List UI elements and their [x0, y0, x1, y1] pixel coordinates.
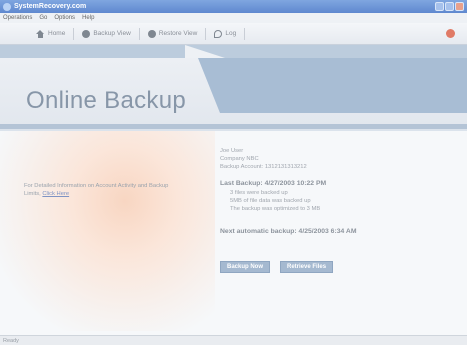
status-text: Ready [3, 337, 19, 344]
account-info-note: For Detailed Information on Account Acti… [24, 183, 174, 198]
restore-view-button[interactable]: Restore View [140, 29, 206, 38]
menu-options[interactable]: Options [54, 15, 75, 21]
account-number: 1312131313212 [264, 164, 307, 171]
account-line: Backup Account: 1312131313212 [220, 163, 450, 171]
menu-help[interactable]: Help [82, 15, 94, 21]
restore-view-label: Restore View [158, 30, 198, 37]
banner-panel [198, 58, 467, 113]
restore-view-icon [147, 29, 156, 38]
backup-now-button[interactable]: Backup Now [220, 261, 271, 273]
last-backup-detail: 5MB of file data was backed up [230, 197, 311, 204]
home-button[interactable]: Home [28, 29, 73, 38]
log-icon [214, 29, 223, 38]
next-backup-heading: Next automatic backup: 4/25/2003 6:34 AM [220, 228, 357, 236]
last-backup-heading: Last Backup: 4/27/2003 10:22 PM [220, 180, 327, 188]
user-name: Joe User [220, 148, 244, 154]
backup-view-icon [82, 29, 91, 38]
toolbar: Home Backup View Restore View Log [0, 23, 467, 45]
menu-go[interactable]: Go [39, 15, 47, 21]
close-button[interactable] [455, 2, 464, 11]
decorative-glow [0, 131, 215, 331]
toolbar-separator [244, 27, 246, 40]
page-title: Online Backup [26, 87, 186, 114]
window-title: SystemRecovery.com [14, 3, 87, 10]
log-label: Log [225, 30, 237, 37]
title-bar: SystemRecovery.com [0, 0, 467, 13]
retrieve-files-button[interactable]: Retrieve Files [280, 261, 334, 273]
action-buttons: Backup Now Retrieve Files [220, 261, 334, 273]
status-bar: Ready [0, 335, 467, 345]
minimize-button[interactable] [435, 2, 444, 11]
account-label: Backup Account: [220, 164, 264, 171]
banner: Online Backup [0, 45, 467, 125]
last-backup-detail: The backup was optimized to 3 MB [230, 206, 321, 213]
app-icon [3, 2, 11, 11]
maximize-button[interactable] [445, 2, 454, 11]
home-icon [36, 29, 45, 38]
main-content: For Detailed Information on Account Acti… [0, 131, 467, 335]
backup-summary: Joe User Company NBC Backup Account: 131… [220, 147, 450, 237]
banner-band [0, 45, 467, 58]
help-icon[interactable] [446, 29, 455, 38]
backup-view-label: Backup View [93, 30, 131, 37]
window-controls [435, 2, 464, 11]
menu-operations[interactable]: Operations [3, 15, 32, 21]
backup-view-button[interactable]: Backup View [74, 29, 138, 38]
log-button[interactable]: Log [206, 29, 244, 38]
company-name: Company NBC [220, 156, 259, 163]
click-here-link[interactable]: Click Here [42, 191, 69, 197]
menu-bar: Operations Go Options Help [0, 13, 467, 23]
last-backup-detail: 3 files were backed up [230, 189, 288, 196]
home-label: Home [48, 30, 66, 37]
